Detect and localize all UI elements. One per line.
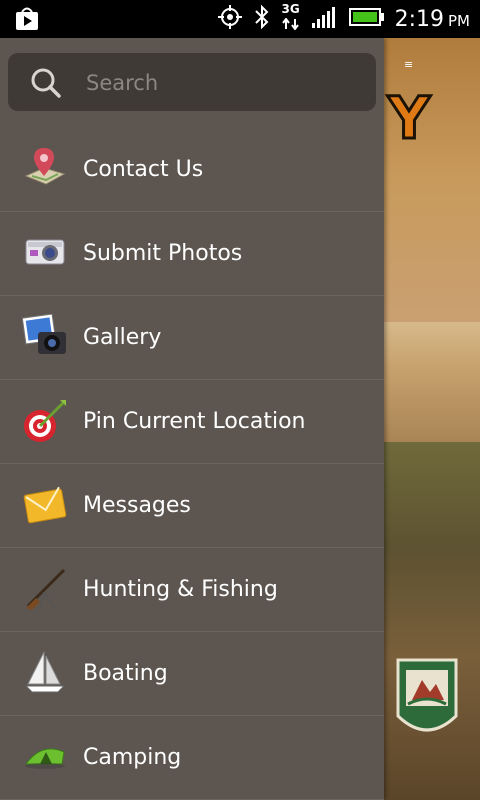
menu-item-label: Messages [83,493,191,518]
tent-icon [22,734,68,780]
menu-item-contact-us[interactable]: Contact Us [0,128,384,212]
menu-item-label: Submit Photos [83,241,243,266]
menu-item-label: Hunting & Fishing [83,577,278,602]
clock: 2:19 PM [395,7,470,32]
menu-item-label: Gallery [83,325,162,350]
menu-item-pin-current-location[interactable]: Pin Current Location [0,380,384,464]
menu-item-label: Pin Current Location [83,409,306,434]
rifle-icon [22,566,68,612]
map-pin-icon [22,146,68,192]
network-label: 3G [281,2,300,16]
background-logo-letter: Y [387,83,432,154]
drawer-menu: Contact Us Submit Photos Gallery Pin Cur… [0,128,384,800]
menu-item-hunting-fishing[interactable]: Hunting & Fishing [0,548,384,632]
menu-item-gallery[interactable]: Gallery [0,296,384,380]
play-store-icon [14,6,40,36]
overflow-menu-icon[interactable]: ≡ [404,58,413,71]
gps-icon [217,4,243,34]
menu-item-label: Camping [83,745,182,770]
camera-icon [22,230,68,276]
menu-item-submit-photos[interactable]: Submit Photos [0,212,384,296]
background-header-image [384,38,480,322]
menu-item-messages[interactable]: Messages [0,464,384,548]
envelope-icon [22,482,68,528]
sailboat-icon [22,650,68,696]
search-input[interactable] [84,53,368,113]
bluetooth-icon [253,4,271,34]
menu-item-boating[interactable]: Boating [0,632,384,716]
clock-time: 2:19 [394,6,444,32]
battery-icon [348,7,385,31]
search-icon [30,67,62,103]
clock-ampm: PM [448,11,470,30]
background-sky-image [384,322,480,442]
photo-gallery-icon [21,313,68,360]
network-type: 3G [281,2,301,34]
target-dart-icon [22,398,68,444]
signal-icon [311,5,339,33]
status-bar: 3G 2:19 PM [0,0,480,38]
search-bar[interactable] [8,53,376,113]
menu-item-camping[interactable]: Camping [0,716,384,800]
navigation-drawer: Contact Us Submit Photos [0,38,384,800]
menu-item-label: Boating [83,661,168,686]
menu-item-label: Contact Us [83,157,204,182]
kentucky-fish-wildlife-badge-icon [394,656,460,752]
